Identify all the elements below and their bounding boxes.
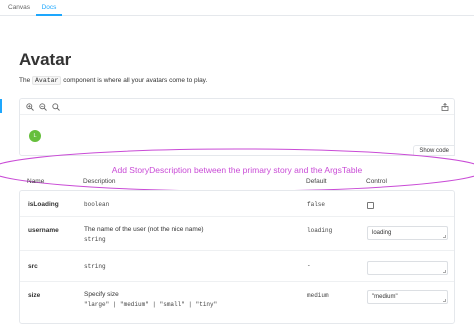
arg-type: "large" | "medium" | "small" | "tiny" — [84, 301, 218, 308]
size-input[interactable]: "medium" — [367, 290, 448, 304]
header-default: Default — [306, 178, 327, 185]
arg-default: medium — [307, 292, 329, 299]
tab-docs[interactable]: Docs — [36, 0, 62, 16]
tab-canvas[interactable]: Canvas — [8, 0, 30, 16]
arg-default: false — [307, 201, 326, 208]
annotation-text: Add StoryDescription between the primary… — [111, 165, 363, 175]
arg-default: loading — [307, 227, 333, 234]
table-row: size Specify size "large" | "medium" | "… — [20, 282, 454, 323]
header-control: Control — [366, 178, 387, 185]
args-table-header: Name Description Default Control — [19, 178, 455, 190]
zoom-in-icon[interactable] — [26, 103, 34, 111]
args-table: isLoading boolean false username The nam… — [19, 190, 455, 324]
arg-name: src — [28, 263, 38, 270]
table-row: isLoading boolean false — [20, 191, 454, 217]
arg-type: boolean — [84, 201, 110, 208]
resize-handle-icon[interactable] — [443, 235, 446, 238]
header-description: Description — [83, 178, 116, 185]
arg-default: - — [307, 262, 311, 269]
arg-name: isLoading — [28, 201, 59, 208]
page-title: Avatar — [19, 50, 72, 69]
resize-handle-icon[interactable] — [443, 270, 446, 273]
size-input-value: "medium" — [372, 294, 398, 300]
resize-handle-icon[interactable] — [443, 299, 446, 302]
arg-type: string — [84, 263, 106, 270]
tab-bar: Canvas Docs — [0, 0, 474, 16]
arg-name: username — [28, 227, 59, 234]
zoom-out-icon[interactable] — [39, 103, 47, 111]
arg-description: Specify size — [84, 291, 119, 298]
arg-type: string — [84, 236, 106, 243]
intro-before: The — [19, 77, 33, 84]
intro-text: The Avatar component is where all your a… — [19, 76, 207, 86]
username-input-value: loading — [372, 230, 392, 236]
arg-description-cell: Specify size "large" | "medium" | "small… — [84, 290, 217, 310]
arg-description: The name of the user (not the nice name) — [84, 226, 204, 233]
sidebar-active-marker — [0, 99, 2, 113]
arg-description-cell: The name of the user (not the nice name)… — [84, 225, 204, 245]
src-input[interactable] — [367, 261, 448, 275]
zoom-reset-icon[interactable] — [52, 103, 60, 111]
table-row: username The name of the user (not the n… — [20, 217, 454, 251]
header-name: Name — [27, 178, 45, 185]
avatar: L — [29, 130, 41, 142]
share-icon[interactable] — [441, 103, 449, 111]
isloading-checkbox[interactable] — [367, 202, 374, 209]
story-preview: L Show code — [19, 98, 455, 156]
username-input[interactable]: loading — [367, 226, 448, 240]
table-row: src string - — [20, 251, 454, 282]
intro-after: component is where all your avatars come… — [61, 77, 208, 84]
arg-name: size — [28, 292, 41, 299]
preview-toolbar — [20, 99, 454, 115]
show-code-button[interactable]: Show code — [413, 145, 455, 156]
intro-code: Avatar — [32, 76, 62, 85]
